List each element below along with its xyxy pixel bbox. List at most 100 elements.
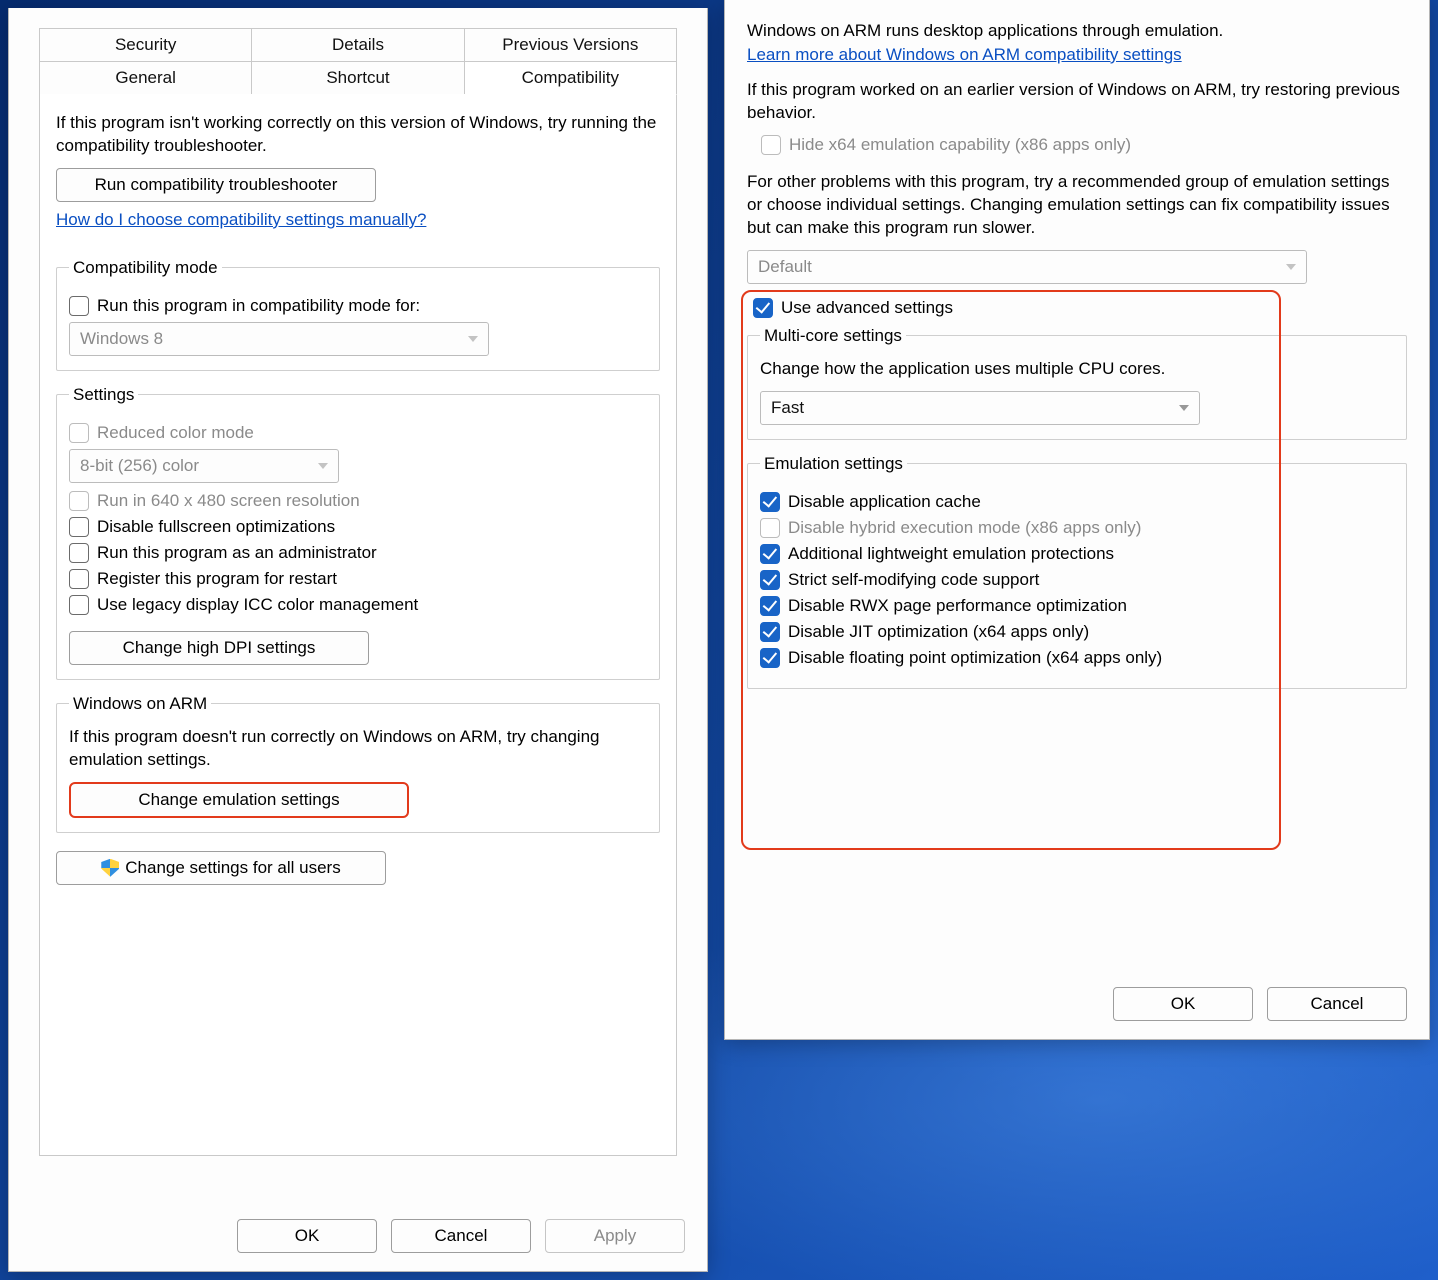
restore-previous-text: If this program worked on an earlier ver… (747, 79, 1407, 125)
emulation-option-checkbox[interactable] (760, 648, 780, 668)
multicore-legend: Multi-core settings (760, 326, 906, 346)
register-restart-label: Register this program for restart (97, 569, 337, 589)
apply-button[interactable]: Apply (545, 1219, 685, 1253)
disable-fullscreen-label: Disable fullscreen optimizations (97, 517, 335, 537)
compatibility-mode-legend: Compatibility mode (69, 258, 222, 278)
run-640-label: Run in 640 x 480 screen resolution (97, 491, 360, 511)
chevron-down-icon (1286, 264, 1296, 270)
multicore-group: Multi-core settings Change how the appli… (747, 326, 1407, 440)
change-high-dpi-button[interactable]: Change high DPI settings (69, 631, 369, 665)
legacy-icc-row[interactable]: Use legacy display ICC color management (69, 595, 647, 615)
register-restart-checkbox[interactable] (69, 569, 89, 589)
emulation-option-checkbox[interactable] (760, 544, 780, 564)
legacy-icc-label: Use legacy display ICC color management (97, 595, 418, 615)
run-admin-row[interactable]: Run this program as an administrator (69, 543, 647, 563)
emulation-option-label: Strict self-modifying code support (788, 570, 1039, 590)
use-advanced-checkbox[interactable] (753, 298, 773, 318)
emulation-option-label: Disable floating point optimization (x64… (788, 648, 1162, 668)
compatibility-panel: If this program isn't working correctly … (39, 94, 677, 1156)
emulation-option-row[interactable]: Disable application cache (760, 492, 1394, 512)
run-admin-label: Run this program as an administrator (97, 543, 377, 563)
windows-on-arm-legend: Windows on ARM (69, 694, 211, 714)
preset-select-value: Default (758, 257, 812, 277)
run-admin-checkbox[interactable] (69, 543, 89, 563)
emulation-option-row[interactable]: Disable RWX page performance optimizatio… (760, 596, 1394, 616)
properties-dialog: Security Details Previous Versions Gener… (8, 8, 708, 1272)
ok-button[interactable]: OK (1113, 987, 1253, 1021)
tab-security[interactable]: Security (39, 28, 252, 61)
run-640-checkbox (69, 491, 89, 511)
run-troubleshooter-button[interactable]: Run compatibility troubleshooter (56, 168, 376, 202)
arm-emulation-text: Windows on ARM runs desktop applications… (747, 20, 1407, 43)
hide-x64-row: Hide x64 emulation capability (x86 apps … (761, 135, 1407, 155)
emulation-option-checkbox[interactable] (760, 492, 780, 512)
tab-general[interactable]: General (39, 61, 252, 95)
compat-mode-label: Run this program in compatibility mode f… (97, 296, 420, 316)
multicore-desc: Change how the application uses multiple… (760, 358, 1394, 381)
compat-mode-checkbox[interactable] (69, 296, 89, 316)
use-advanced-label: Use advanced settings (781, 298, 953, 318)
emulation-settings-group: Emulation settings Disable application c… (747, 454, 1407, 689)
legacy-icc-checkbox[interactable] (69, 595, 89, 615)
other-problems-text: For other problems with this program, tr… (747, 171, 1407, 240)
emulation-option-checkbox[interactable] (760, 570, 780, 590)
how-to-choose-link[interactable]: How do I choose compatibility settings m… (56, 210, 426, 230)
tab-compatibility[interactable]: Compatibility (465, 61, 677, 95)
emulation-option-label: Disable RWX page performance optimizatio… (788, 596, 1127, 616)
emulation-option-label: Disable application cache (788, 492, 981, 512)
emulation-settings-legend: Emulation settings (760, 454, 907, 474)
dialog-footer: OK Cancel Apply (237, 1219, 685, 1253)
disable-fullscreen-row[interactable]: Disable fullscreen optimizations (69, 517, 647, 537)
settings-group: Settings Reduced color mode 8-bit (256) … (56, 385, 660, 680)
arm-desc: If this program doesn't run correctly on… (69, 726, 647, 772)
hide-x64-label: Hide x64 emulation capability (x86 apps … (789, 135, 1131, 155)
change-emulation-settings-button[interactable]: Change emulation settings (69, 782, 409, 818)
compat-mode-select-value: Windows 8 (80, 329, 163, 349)
dialog-footer: OK Cancel (1113, 987, 1407, 1021)
ok-button[interactable]: OK (237, 1219, 377, 1253)
chevron-down-icon (468, 336, 478, 342)
emulation-option-checkbox (760, 518, 780, 538)
multicore-select[interactable]: Fast (760, 391, 1200, 425)
shield-icon (101, 859, 119, 877)
chevron-down-icon (1179, 405, 1189, 411)
chevron-down-icon (318, 463, 328, 469)
tab-details[interactable]: Details (252, 28, 464, 61)
emulation-option-checkbox[interactable] (760, 622, 780, 642)
hide-x64-checkbox (761, 135, 781, 155)
compat-mode-select[interactable]: Windows 8 (69, 322, 489, 356)
emulation-option-row[interactable]: Disable JIT optimization (x64 apps only) (760, 622, 1394, 642)
cancel-button[interactable]: Cancel (1267, 987, 1407, 1021)
change-settings-all-users-button[interactable]: Change settings for all users (56, 851, 386, 885)
learn-more-link[interactable]: Learn more about Windows on ARM compatib… (747, 45, 1182, 65)
color-depth-select: 8-bit (256) color (69, 449, 339, 483)
emulation-option-checkbox[interactable] (760, 596, 780, 616)
register-restart-row[interactable]: Register this program for restart (69, 569, 647, 589)
reduced-color-label: Reduced color mode (97, 423, 254, 443)
tab-shortcut[interactable]: Shortcut (252, 61, 464, 95)
run-640-row: Run in 640 x 480 screen resolution (69, 491, 647, 511)
color-depth-value: 8-bit (256) color (80, 456, 199, 476)
tab-previous-versions[interactable]: Previous Versions (465, 28, 677, 61)
emulation-option-row[interactable]: Disable floating point optimization (x64… (760, 648, 1394, 668)
emulation-option-row: Disable hybrid execution mode (x86 apps … (760, 518, 1394, 538)
cancel-button[interactable]: Cancel (391, 1219, 531, 1253)
settings-legend: Settings (69, 385, 138, 405)
disable-fullscreen-checkbox[interactable] (69, 517, 89, 537)
change-settings-all-users-label: Change settings for all users (125, 858, 340, 878)
intro-text: If this program isn't working correctly … (56, 112, 660, 158)
use-advanced-row[interactable]: Use advanced settings (753, 298, 1407, 318)
preset-select[interactable]: Default (747, 250, 1307, 284)
emulation-option-label: Disable hybrid execution mode (x86 apps … (788, 518, 1141, 538)
windows-on-arm-group: Windows on ARM If this program doesn't r… (56, 694, 660, 833)
emulation-option-row[interactable]: Additional lightweight emulation protect… (760, 544, 1394, 564)
emulation-option-label: Disable JIT optimization (x64 apps only) (788, 622, 1089, 642)
reduced-color-row: Reduced color mode (69, 423, 647, 443)
compatibility-mode-group: Compatibility mode Run this program in c… (56, 258, 660, 371)
emulation-option-row[interactable]: Strict self-modifying code support (760, 570, 1394, 590)
emulation-option-label: Additional lightweight emulation protect… (788, 544, 1114, 564)
emulation-settings-dialog: Windows on ARM runs desktop applications… (724, 0, 1430, 1040)
tabstrip: Security Details Previous Versions Gener… (39, 28, 677, 1156)
multicore-select-value: Fast (771, 398, 804, 418)
compat-mode-row[interactable]: Run this program in compatibility mode f… (69, 296, 647, 316)
